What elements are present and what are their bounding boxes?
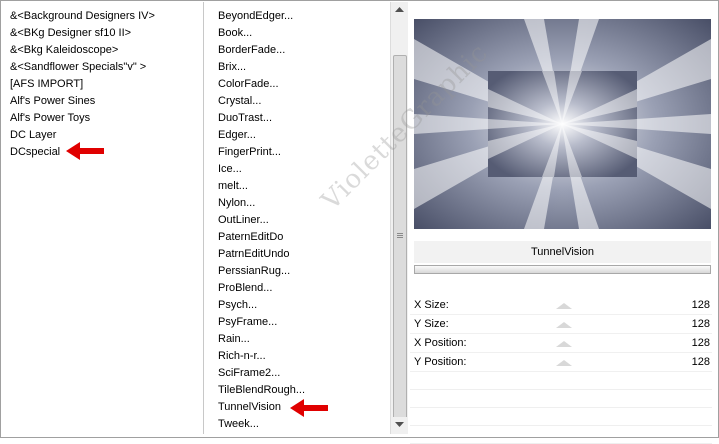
- parameter-row[interactable]: Y Size: 128: [410, 315, 712, 334]
- filter-item[interactable]: Nylon...: [218, 195, 255, 211]
- filter-item[interactable]: OutLiner...: [218, 212, 269, 228]
- parameter-row[interactable]: Y Position: 128: [410, 353, 712, 372]
- filter-item[interactable]: ProBlend...: [218, 280, 272, 296]
- category-item[interactable]: &<BKg Designer sf10 II>: [10, 25, 131, 41]
- filter-item[interactable]: BorderFade...: [218, 42, 285, 58]
- category-list[interactable]: &<Background Designers IV> &<BKg Designe…: [2, 2, 202, 434]
- filter-item[interactable]: ColorFade...: [218, 76, 279, 92]
- empty-parameter-row: [410, 408, 712, 426]
- parameter-value[interactable]: 128: [692, 296, 710, 314]
- filter-item[interactable]: Psych...: [218, 297, 257, 313]
- parameter-row[interactable]: X Position: 128: [410, 334, 712, 353]
- parameter-label: Y Position:: [414, 356, 467, 368]
- red-arrow-icon: [66, 142, 104, 160]
- filter-item[interactable]: Tweek...: [218, 416, 259, 432]
- filter-item[interactable]: Edger...: [218, 127, 256, 143]
- filter-item[interactable]: melt...: [218, 178, 248, 194]
- category-item-selected[interactable]: DCspecial: [10, 144, 60, 160]
- progress-bar: [414, 265, 711, 274]
- filter-item[interactable]: Ice...: [218, 161, 242, 177]
- filter-item[interactable]: PsyFrame...: [218, 314, 277, 330]
- filter-list[interactable]: BeyondEdger... Book... BorderFade... Bri…: [204, 2, 390, 434]
- parameter-label: X Size:: [414, 299, 449, 311]
- chevron-down-icon: [395, 422, 404, 427]
- category-item[interactable]: &<Bkg Kaleidoscope>: [10, 42, 118, 58]
- filter-item[interactable]: Crystal...: [218, 93, 261, 109]
- filter-item[interactable]: SciFrame2...: [218, 365, 280, 381]
- chevron-up-icon: [395, 7, 404, 12]
- filter-item[interactable]: Rich-n-r...: [218, 348, 266, 364]
- filter-item[interactable]: DuoTrast...: [218, 110, 272, 126]
- scroll-up-button[interactable]: [391, 2, 408, 19]
- filter-item-selected[interactable]: TunnelVision: [218, 399, 281, 415]
- filter-item[interactable]: Rain...: [218, 331, 250, 347]
- parameter-label: X Position:: [414, 337, 467, 349]
- empty-parameter-row: [410, 426, 712, 444]
- filter-item[interactable]: PerssianRug...: [218, 263, 290, 279]
- filter-item[interactable]: TileBlendRough...: [218, 382, 305, 398]
- category-item[interactable]: Alf's Power Sines: [10, 93, 95, 109]
- filter-item[interactable]: FingerPrint...: [218, 144, 281, 160]
- grip-icon: [397, 233, 403, 239]
- parameter-label: Y Size:: [414, 318, 449, 330]
- category-item[interactable]: &<Background Designers IV>: [10, 8, 155, 24]
- selected-filter-name: TunnelVision: [414, 241, 711, 263]
- filter-item[interactable]: Book...: [218, 25, 252, 41]
- filter-item[interactable]: Brix...: [218, 59, 246, 75]
- scroll-down-button[interactable]: [391, 417, 408, 434]
- slider-thumb-icon[interactable]: [550, 341, 578, 347]
- slider-thumb-icon[interactable]: [550, 322, 578, 328]
- red-arrow-icon: [290, 399, 328, 417]
- parameter-value[interactable]: 128: [692, 315, 710, 333]
- filter-item[interactable]: PaternEditDo: [218, 229, 283, 245]
- category-item[interactable]: DC Layer: [10, 127, 56, 143]
- category-item[interactable]: [AFS IMPORT]: [10, 76, 83, 92]
- parameter-panel: X Size: 128 Y Size: 128 X Position: 128 …: [410, 296, 712, 444]
- slider-thumb-icon[interactable]: [550, 360, 578, 366]
- category-item[interactable]: Alf's Power Toys: [10, 110, 90, 126]
- filter-list-scrollbar[interactable]: [390, 2, 408, 434]
- category-item[interactable]: &<Sandflower Specials"v" >: [10, 59, 146, 75]
- empty-parameter-row: [410, 390, 712, 408]
- filter-item[interactable]: BeyondEdger...: [218, 8, 293, 24]
- parameter-value[interactable]: 128: [692, 334, 710, 352]
- slider-thumb-icon[interactable]: [550, 303, 578, 309]
- empty-parameter-row: [410, 372, 712, 390]
- parameter-value[interactable]: 128: [692, 353, 710, 371]
- parameter-row[interactable]: X Size: 128: [410, 296, 712, 315]
- filter-item[interactable]: PatrnEditUndo: [218, 246, 290, 262]
